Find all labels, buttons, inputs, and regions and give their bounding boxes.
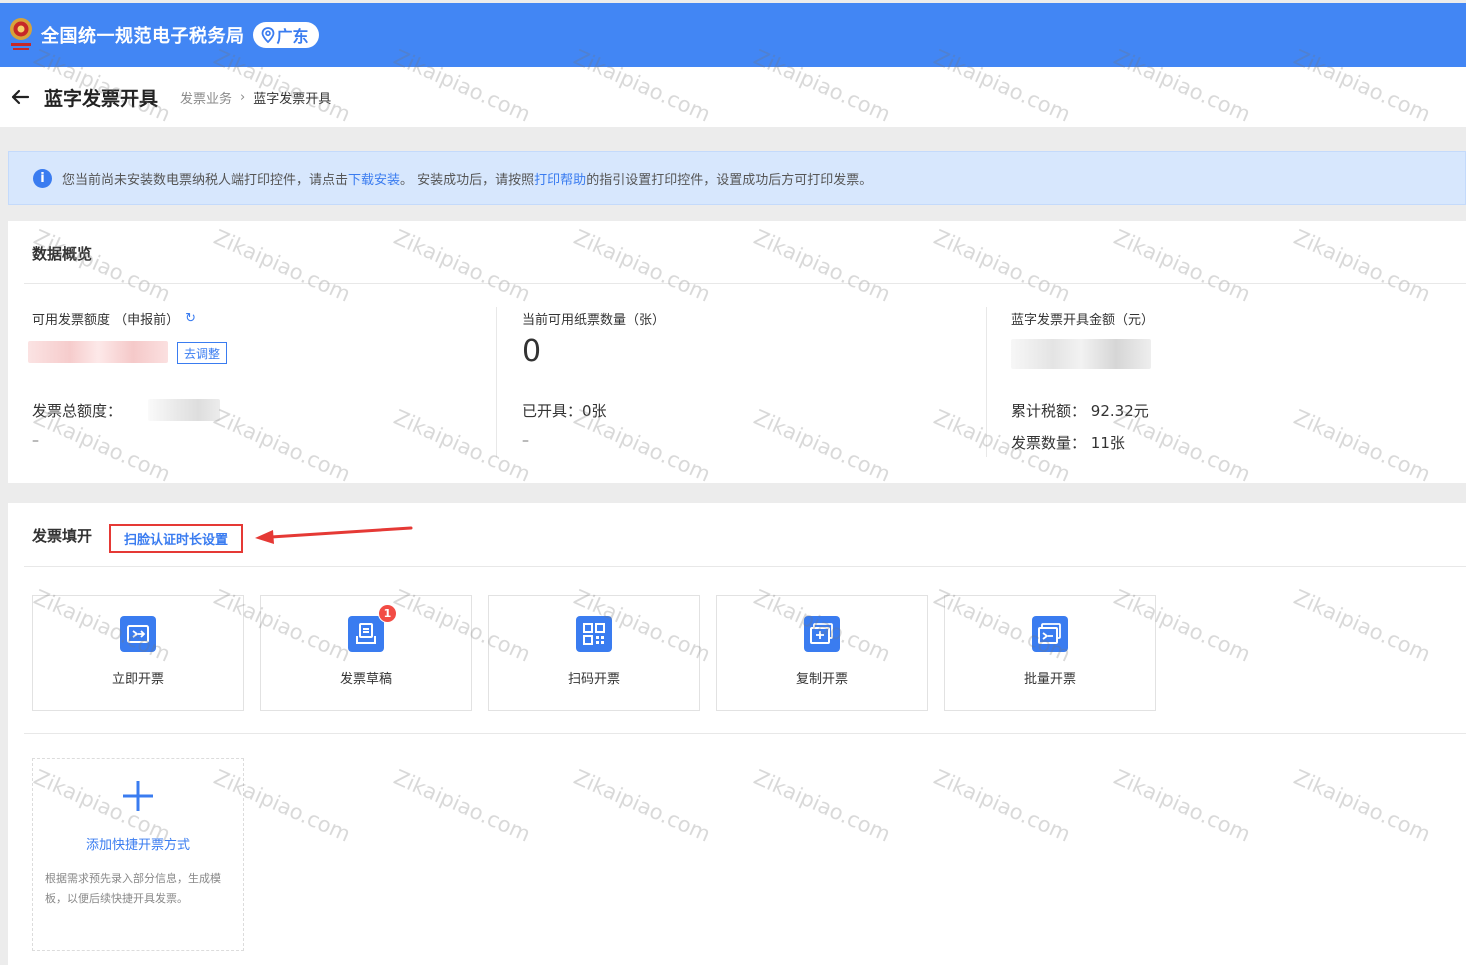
issuing-divider: [24, 566, 1466, 567]
issue-now-card[interactable]: 立即开票: [32, 595, 244, 711]
tax-total-value: 92.32元: [1090, 402, 1149, 420]
print-control-notice: i 您当前尚未安装数电票纳税人端打印控件，请点击 下载安装 。 安装成功后，请按…: [8, 151, 1466, 205]
quota-dash: –: [32, 433, 39, 449]
stat-separator-1: [496, 307, 497, 457]
copy-issue-label: 复制开票: [795, 672, 848, 687]
amount-label: 蓝字发票开具金额（元）: [1011, 313, 1155, 328]
top-bar: 全国统一规范电子税务局 广东: [0, 3, 1466, 67]
scan-issue-card[interactable]: 扫码开票: [488, 595, 700, 711]
region-label: 广东: [276, 27, 309, 46]
amount-value-redacted: [1011, 339, 1151, 369]
overview-divider: [24, 283, 1466, 284]
quota-stat: 可用发票额度 （申报前） ↻: [32, 309, 196, 328]
page-header: 蓝字发票开具 发票业务 › 蓝字发票开具: [0, 67, 1466, 127]
paper-count-value: 0: [522, 334, 542, 369]
cards-divider: [24, 733, 1466, 734]
invoice-count-value: 11张: [1090, 434, 1125, 452]
invoice-count: 发票数量： 11张: [1011, 432, 1125, 453]
draft-icon: 1: [348, 604, 397, 652]
add-shortcut-card[interactable]: 添加快捷开票方式 根据需求预先录入部分信息，生成模板，以便后续快捷开具发票。: [32, 758, 244, 951]
back-arrow-icon[interactable]: [10, 86, 32, 108]
tax-total: 累计税额： 92.32元: [1011, 400, 1149, 421]
notice-text-3: 的指引设置打印控件，设置成功后方可打印发票。: [586, 172, 873, 188]
paper-stat: 当前可用纸票数量（张） 0: [522, 309, 665, 370]
copy-issue-card[interactable]: 复制开票: [716, 595, 928, 711]
red-annotation-arrow: [255, 526, 413, 544]
breadcrumb-separator-icon: ›: [240, 89, 246, 105]
invoice-issue-icon: [120, 616, 156, 652]
total-quota-value-redacted: [148, 399, 220, 421]
face-auth-duration-setting-link[interactable]: 扫脸认证时长设置: [109, 524, 243, 553]
paper-issued-value: 0张: [582, 402, 607, 420]
download-install-link[interactable]: 下载安装: [348, 169, 400, 188]
info-icon: i: [33, 168, 52, 188]
data-overview-panel: 数据概览 可用发票额度 （申报前） ↻ 去调整 发票总额度： – 当前可用纸票数…: [8, 221, 1466, 483]
paper-dash: –: [522, 433, 529, 449]
add-shortcut-description: 根据需求预先录入部分信息，生成模板，以便后续快捷开具发票。: [45, 872, 221, 905]
paper-issued-label: 已开具：: [522, 402, 583, 420]
batch-invoice-icon: [1032, 616, 1068, 652]
refresh-icon[interactable]: ↻: [185, 311, 196, 326]
breadcrumb-item-invoice-business[interactable]: 发票业务: [180, 88, 232, 107]
stat-separator-2: [986, 307, 987, 457]
breadcrumb-item-current: 蓝字发票开具: [253, 91, 332, 107]
invoice-count-label: 发票数量：: [1011, 434, 1087, 452]
invoice-draft-card[interactable]: 1 发票草稿: [260, 595, 472, 711]
paper-label: 当前可用纸票数量（张）: [522, 313, 666, 328]
location-pin-icon: [261, 27, 274, 43]
tax-emblem-logo: [5, 15, 37, 55]
page-title: 蓝字发票开具: [44, 87, 159, 110]
tax-total-label: 累计税额：: [1011, 402, 1087, 420]
quota-label: 可用发票额度 （申报前）: [32, 313, 180, 328]
region-selector[interactable]: 广东: [252, 22, 319, 48]
batch-issue-label: 批量开票: [1023, 672, 1076, 687]
paper-issued: 已开具：0张: [522, 400, 607, 421]
issuing-title: 发票填开: [32, 527, 93, 545]
adjust-quota-button[interactable]: 去调整: [177, 342, 228, 364]
invoice-issuing-panel: 发票填开 扫脸认证时长设置 立即开票 1 发票草稿 扫码开票 复制开票 批量开票…: [8, 503, 1466, 965]
overview-title: 数据概览: [32, 245, 93, 263]
site-title: 全国统一规范电子税务局: [41, 26, 245, 47]
scan-issue-label: 扫码开票: [567, 672, 620, 687]
batch-issue-card[interactable]: 批量开票: [944, 595, 1156, 711]
total-quota-label: 发票总额度：: [32, 402, 123, 420]
add-shortcut-title: 添加快捷开票方式: [85, 838, 190, 853]
print-help-link[interactable]: 打印帮助: [534, 169, 586, 188]
plus-icon: [123, 781, 153, 811]
notice-text-1: 您当前尚未安装数电票纳税人端打印控件，请点击: [62, 172, 349, 188]
qr-code-icon: [576, 616, 612, 652]
quota-value-redacted: [28, 341, 168, 363]
copy-invoice-icon: [804, 616, 840, 652]
invoice-draft-label: 发票草稿: [339, 672, 392, 687]
breadcrumb: 发票业务 › 蓝字发票开具: [180, 88, 331, 107]
amount-stat: 蓝字发票开具金额（元）: [1011, 309, 1154, 328]
notice-text-2: 。 安装成功后，请按照: [400, 172, 535, 188]
issue-now-label: 立即开票: [111, 672, 164, 687]
draft-count-badge: 1: [378, 604, 397, 623]
